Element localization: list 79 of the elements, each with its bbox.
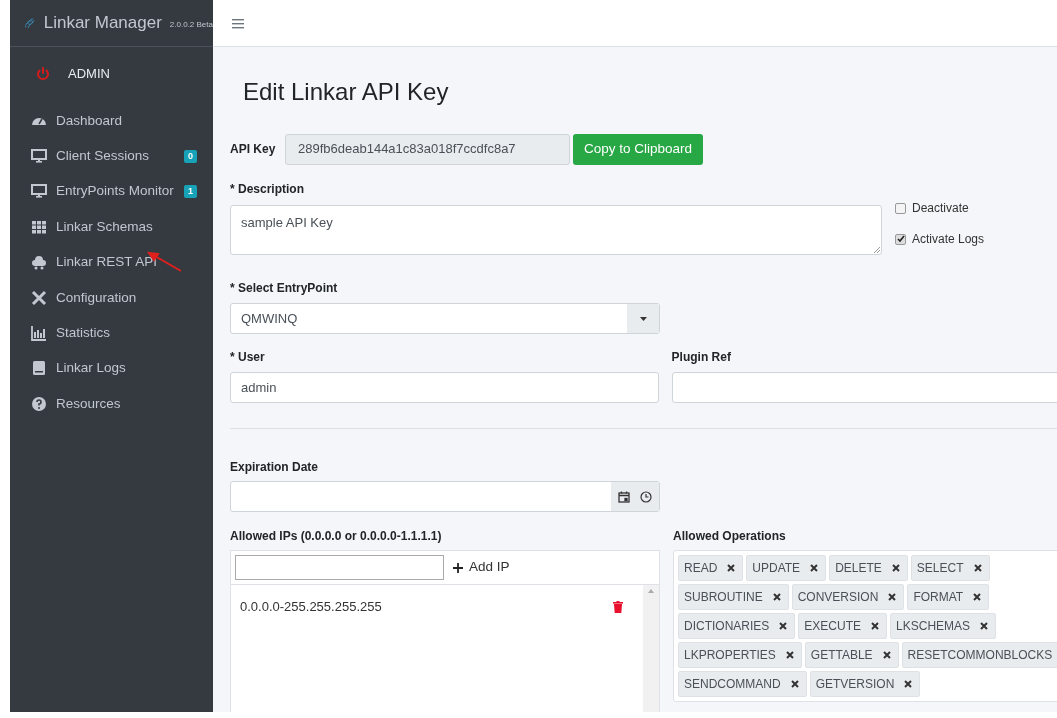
operation-tag: DICTIONARIES [678,613,796,639]
help-icon [31,395,47,412]
operation-tag: FORMAT [907,584,990,610]
sidebar-item[interactable]: Linkar Schemas [10,209,213,245]
operation-tag: GETTABLE [804,642,899,668]
operation-tag: READ [678,555,744,581]
sidebar-item[interactable]: Linkar REST API [10,244,213,280]
sidebar-item[interactable]: Dashboard [10,103,213,139]
user-name: ADMIN [68,65,110,84]
close-icon[interactable] [891,564,900,572]
close-icon[interactable] [882,651,891,659]
entrypoint-select[interactable]: QMWINQ [230,303,660,334]
chart-icon [31,325,47,342]
book-icon [31,360,47,377]
power-icon [36,67,50,81]
close-icon[interactable] [888,593,897,601]
operation-tag: RESETCOMMONBLOCKS [901,642,1057,668]
field-label: API Key [230,141,277,158]
close-icon[interactable] [904,680,913,688]
version-label: 2.0.0.2 Beta [169,19,213,31]
sidebar-item[interactable]: EntryPoints Monitor 1 [10,173,213,210]
ip-entry: 0.0.0.0-255.255.255.255 [240,598,382,617]
operation-tag: LKSCHEMAS [890,613,997,639]
tools-icon [31,289,47,306]
operation-tag: DELETE [829,555,908,581]
monitor-icon [31,183,47,200]
cloud-icon [31,254,47,271]
close-icon[interactable] [727,564,736,572]
app-title: Linkar Manager [43,12,162,35]
field-label: * User [230,349,266,364]
close-icon[interactable] [810,564,819,572]
sidebar-item[interactable]: Resources [10,386,213,422]
checkbox[interactable] [895,233,906,245]
trash-icon[interactable] [613,601,623,613]
sidebar-item[interactable]: Client Sessions 0 [10,138,213,174]
close-icon[interactable] [973,593,982,601]
user-field[interactable]: admin [230,372,659,403]
checkbox-label: Deactivate [912,200,969,217]
description-field[interactable]: sample API Key [230,205,882,255]
checkbox[interactable] [895,202,906,214]
add-ip-button[interactable]: Add IP [453,557,510,578]
caret-icon [639,316,647,321]
grid-icon [31,218,47,235]
field-label: * Select EntryPoint [230,280,339,295]
field-label: Allowed IPs (0.0.0.0 or 0.0.0.0-1.1.1.1) [230,528,443,543]
operation-tag: SENDCOMMAND [678,671,807,697]
sidebar-item[interactable]: Statistics [10,315,213,351]
ip-input-field[interactable] [235,555,444,580]
plus-icon [453,562,463,573]
count-badge: 0 [184,149,197,163]
close-icon[interactable] [772,593,781,601]
field-label: * Description [230,181,305,196]
operation-tag: UPDATE [746,555,827,581]
close-icon[interactable] [779,622,788,630]
close-icon[interactable] [973,564,982,572]
sidebar-item[interactable]: Linkar Logs [10,350,213,387]
operation-tag: GETVERSION [809,671,921,697]
menu-icon[interactable] [232,17,244,29]
close-icon[interactable] [790,680,799,688]
page-title: Edit Linkar API Key [243,77,450,107]
operation-tag: SUBROUTINE [678,584,789,610]
operation-tag: CONVERSION [791,584,905,610]
operation-tag: SELECT [910,555,990,581]
operation-tag: LKPROPERTIES [678,642,802,668]
field-label: Plugin Ref [671,349,732,364]
count-badge: 1 [184,184,197,198]
scrollbar[interactable] [643,585,659,712]
close-icon[interactable] [980,622,989,630]
sidebar-item[interactable]: Configuration [10,279,213,316]
close-icon[interactable] [871,622,880,630]
close-icon[interactable] [785,651,794,659]
plugin-ref-field[interactable] [671,372,1057,403]
operation-tag: EXECUTE [798,613,888,639]
field-label: Expiration Date [230,459,320,474]
resize-grip-icon[interactable] [873,246,880,253]
field-label: Allowed Operations [673,528,787,543]
api-key-field: 289fb6deab144a1c83a018f7ccdfc8a7 [285,133,570,165]
checkbox-label: Activate Logs [912,231,985,248]
monitor-icon [31,148,47,165]
